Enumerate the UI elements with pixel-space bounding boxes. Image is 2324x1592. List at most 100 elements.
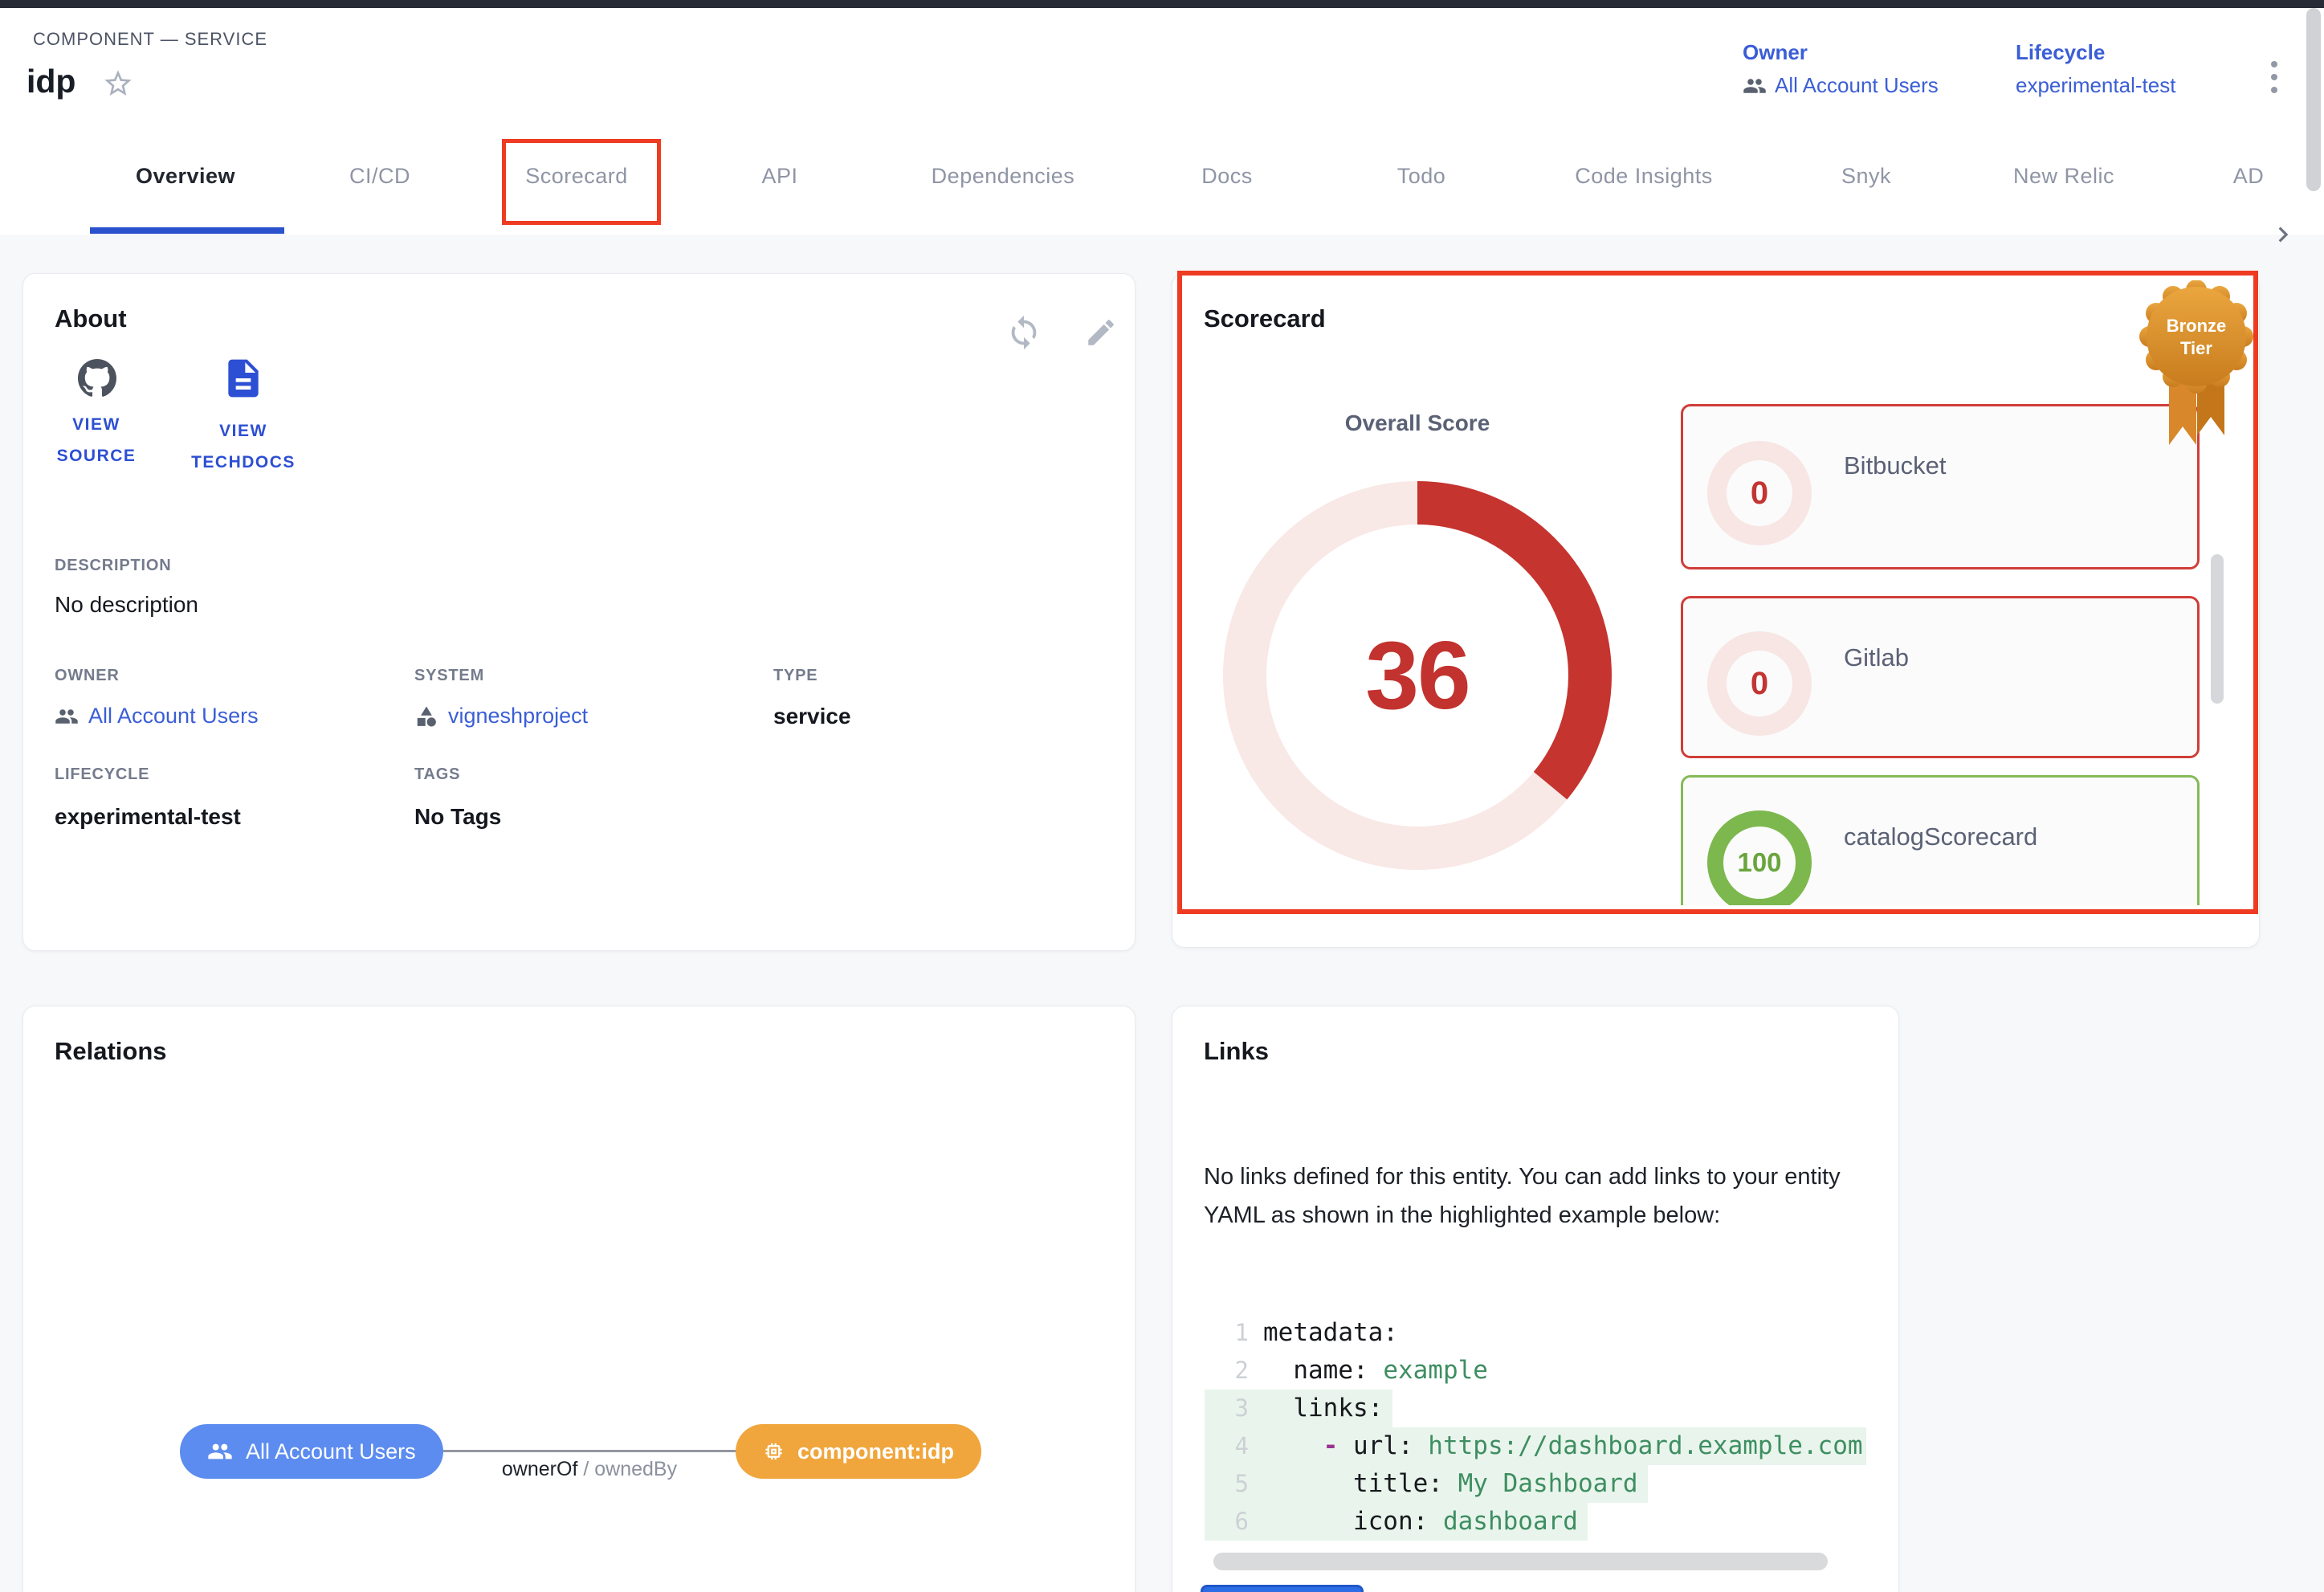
code-line-4: 4 - url: https://dashboard.example.com [1205, 1427, 1866, 1465]
view-techdocs-line2: TECHDOCS [170, 447, 316, 478]
links-card: Links No links defined for this entity. … [1172, 1006, 1899, 1592]
github-icon[interactable] [78, 359, 116, 398]
category-icon [414, 704, 438, 729]
score-ring: 0 [1707, 631, 1812, 736]
about-field-label-lifecycle: LIFECYCLE [55, 765, 149, 784]
code-line-5: 5 title: My Dashboard [1205, 1465, 1866, 1503]
score-name: catalogScorecard [1844, 823, 2037, 851]
badge-line1: Bronze [2167, 316, 2227, 336]
code-line-text: name: example [1263, 1352, 1488, 1390]
view-source-link[interactable]: VIEW SOURCE [23, 409, 169, 471]
score-ring: 0 [1707, 441, 1812, 545]
code-line-number: 3 [1205, 1390, 1249, 1427]
view-source-line2: SOURCE [23, 440, 169, 471]
yaml-code-block: 1metadata:2 name: example3 links:4 - url… [1172, 1314, 1898, 1543]
code-line-text: icon: dashboard [1263, 1503, 1578, 1541]
code-line-text: - url: https://dashboard.example.com [1263, 1427, 1863, 1465]
scorecard-item-bitbucket[interactable]: 0 Bitbucket [1681, 404, 2200, 569]
code-line-text: metadata: [1263, 1314, 1398, 1352]
score-ring: 100 [1707, 810, 1812, 905]
code-line-text: title: My Dashboard [1263, 1465, 1638, 1503]
scorecard-item-catalogscorecard[interactable]: 100 catalogScorecard [1681, 775, 2200, 905]
page: COMPONENT — SERVICE idp Owner All Accoun… [0, 0, 2324, 1592]
about-field-label-type: TYPE [773, 667, 817, 685]
score-value: 100 [1737, 847, 1781, 878]
techdocs-icon[interactable] [221, 356, 266, 401]
scorecard-title: Scorecard [1204, 304, 1326, 333]
owner-label: Owner [1743, 40, 1939, 65]
owner-link[interactable]: All Account Users [1743, 73, 1939, 98]
scorecard-list-scrollbar[interactable] [2211, 554, 2224, 704]
about-field-tags: No Tags [414, 804, 501, 830]
relations-title: Relations [55, 1037, 167, 1066]
code-line-3: 3 links: [1205, 1390, 1866, 1427]
scorecard-item-list: 0 Bitbucket 0 Gitlab 100 catalogScorecard [1681, 404, 2211, 905]
relation-node-owner-label: All Account Users [246, 1439, 416, 1464]
more-options-kebab-icon[interactable] [2258, 53, 2290, 101]
tabs-overflow-chevron-right-icon[interactable] [2268, 219, 2298, 250]
relation-inverse: ownedBy [594, 1458, 677, 1480]
tab-docs[interactable]: Docs [1201, 117, 1253, 235]
code-line-6: 6 icon: dashboard [1205, 1503, 1866, 1541]
overall-score-value: 36 [1217, 475, 1618, 876]
entity-header: COMPONENT — SERVICE idp Owner All Accoun… [0, 8, 2324, 119]
code-horizontal-scrollbar[interactable] [1213, 1553, 1828, 1570]
page-scrollbar[interactable] [2306, 8, 2321, 191]
code-line-number: 4 [1205, 1427, 1249, 1465]
tab-api[interactable]: API [761, 117, 797, 235]
about-field-system[interactable]: vigneshproject [414, 704, 588, 729]
view-techdocs-link[interactable]: VIEW TECHDOCS [170, 415, 316, 478]
description-value: No description [55, 592, 198, 618]
breadcrumb-kind: COMPONENT — SERVICE [33, 29, 267, 50]
score-name: Bitbucket [1844, 451, 1947, 480]
tab-overview[interactable]: Overview [136, 117, 235, 235]
relation-forward: ownerOf [502, 1458, 577, 1480]
edit-pencil-icon[interactable] [1084, 316, 1118, 349]
refresh-icon[interactable] [1005, 314, 1042, 351]
score-value: 0 [1751, 476, 1768, 512]
about-field-lifecycle: experimental-test [55, 804, 241, 830]
relations-card: Relations All Account Users component:id… [22, 1006, 1135, 1592]
score-name: Gitlab [1844, 643, 1909, 672]
code-line-number: 1 [1205, 1314, 1249, 1352]
tab-ad[interactable]: AD [2233, 117, 2265, 235]
links-empty-text: No links defined for this entity. You ca… [1204, 1157, 1869, 1235]
about-field-label-system: SYSTEM [414, 667, 484, 685]
tab-new-relic[interactable]: New Relic [2013, 117, 2114, 235]
header-lifecycle: Lifecycle experimental-test [2016, 40, 2175, 98]
relation-node-owner[interactable]: All Account Users [180, 1424, 443, 1479]
about-field-owner[interactable]: All Account Users [55, 704, 259, 729]
tab-code-insights[interactable]: Code Insights [1575, 117, 1713, 235]
about-field-label-owner: OWNER [55, 667, 120, 685]
code-line-number: 2 [1205, 1352, 1249, 1390]
relation-node-component[interactable]: component:idp [736, 1424, 981, 1479]
tab-todo[interactable]: Todo [1397, 117, 1446, 235]
tab-dependencies[interactable]: Dependencies [932, 117, 1075, 235]
people-icon [55, 704, 79, 729]
relation-label: ownerOf / ownedBy [443, 1458, 736, 1481]
scorecard-card: Scorecard Overall Score 36 0Bitbucket0Gi… [1172, 273, 2260, 948]
code-line-2: 2 name: example [1205, 1352, 1866, 1390]
links-action-button[interactable] [1201, 1585, 1364, 1592]
tab-ci-cd[interactable]: CI/CD [349, 117, 410, 235]
about-field-label-tags: TAGS [414, 765, 460, 784]
about-field-value-system: vigneshproject [448, 704, 588, 729]
scorecard-item-gitlab[interactable]: 0 Gitlab [1681, 596, 2200, 758]
people-icon [207, 1439, 233, 1464]
relation-separator: / [577, 1458, 594, 1480]
owner-value: All Account Users [1775, 73, 1939, 98]
code-line-number: 5 [1205, 1465, 1249, 1503]
about-field-value-owner: All Account Users [88, 704, 259, 729]
people-icon [1743, 74, 1767, 98]
about-card: About VIEW SOURCE VIEW TECHDOCS DESCRIPT… [22, 273, 1135, 951]
view-source-line1: VIEW [23, 409, 169, 440]
memory-chip-icon [763, 1439, 785, 1464]
active-tab-indicator [90, 227, 284, 234]
favorite-star-icon[interactable] [102, 67, 134, 100]
relation-edge [443, 1450, 736, 1452]
entity-tabs: OverviewCI/CDScorecardAPIDependenciesDoc… [0, 117, 2324, 235]
tab-snyk[interactable]: Snyk [1841, 117, 1891, 235]
bronze-tier-badge: Bronze Tier [2138, 280, 2255, 453]
lifecycle-value: experimental-test [2016, 73, 2175, 98]
badge-line2: Tier [2180, 338, 2212, 358]
